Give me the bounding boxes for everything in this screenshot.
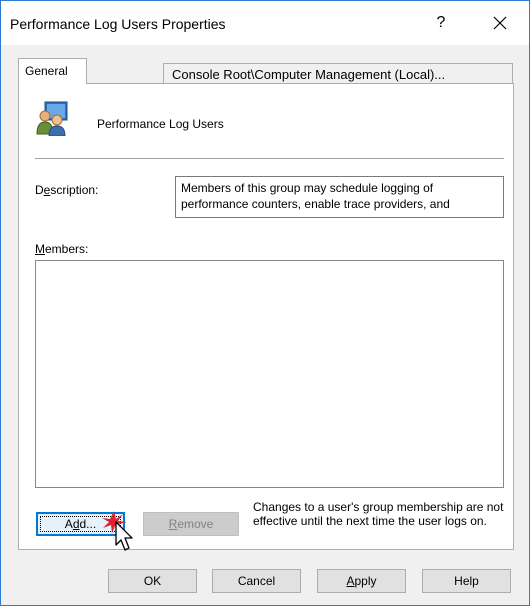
apply-label-accel: A	[346, 574, 355, 588]
members-label: Members:	[35, 242, 88, 256]
remove-button[interactable]: Remove	[143, 512, 239, 536]
group-users-icon	[36, 101, 68, 136]
help-dialog-button[interactable]: Help	[422, 569, 511, 593]
description-field[interactable]: Members of this group may schedule loggi…	[175, 176, 504, 218]
help-button[interactable]: ?	[419, 1, 463, 45]
remove-label-accel: R	[168, 517, 178, 531]
remove-label-post: emove	[177, 517, 214, 531]
pointer-cursor-icon	[102, 511, 133, 551]
remove-button-label: Remove	[169, 517, 214, 531]
apply-label-post: pply	[354, 574, 377, 588]
description-label-pre: D	[35, 183, 44, 197]
membership-note: Changes to a user's group membership are…	[253, 500, 504, 528]
tab-console-path[interactable]: Console Root\Computer Management (Local)…	[163, 63, 513, 85]
separator	[35, 158, 504, 159]
window-title: Performance Log Users Properties	[10, 16, 226, 32]
members-label-accel: M	[35, 242, 45, 256]
members-list[interactable]	[35, 260, 504, 488]
close-icon	[493, 16, 507, 30]
tab-general[interactable]: General	[18, 58, 87, 84]
title-bar: Performance Log Users Properties ?	[1, 1, 529, 45]
description-label: Description:	[35, 183, 98, 197]
apply-button[interactable]: Apply	[317, 569, 406, 593]
apply-button-label: Apply	[346, 574, 376, 588]
ok-button[interactable]: OK	[108, 569, 197, 593]
cancel-button[interactable]: Cancel	[212, 569, 301, 593]
close-button[interactable]	[471, 1, 529, 45]
group-name: Performance Log Users	[97, 117, 224, 131]
description-label-post: scription:	[50, 183, 99, 197]
members-label-post: embers:	[45, 242, 89, 256]
